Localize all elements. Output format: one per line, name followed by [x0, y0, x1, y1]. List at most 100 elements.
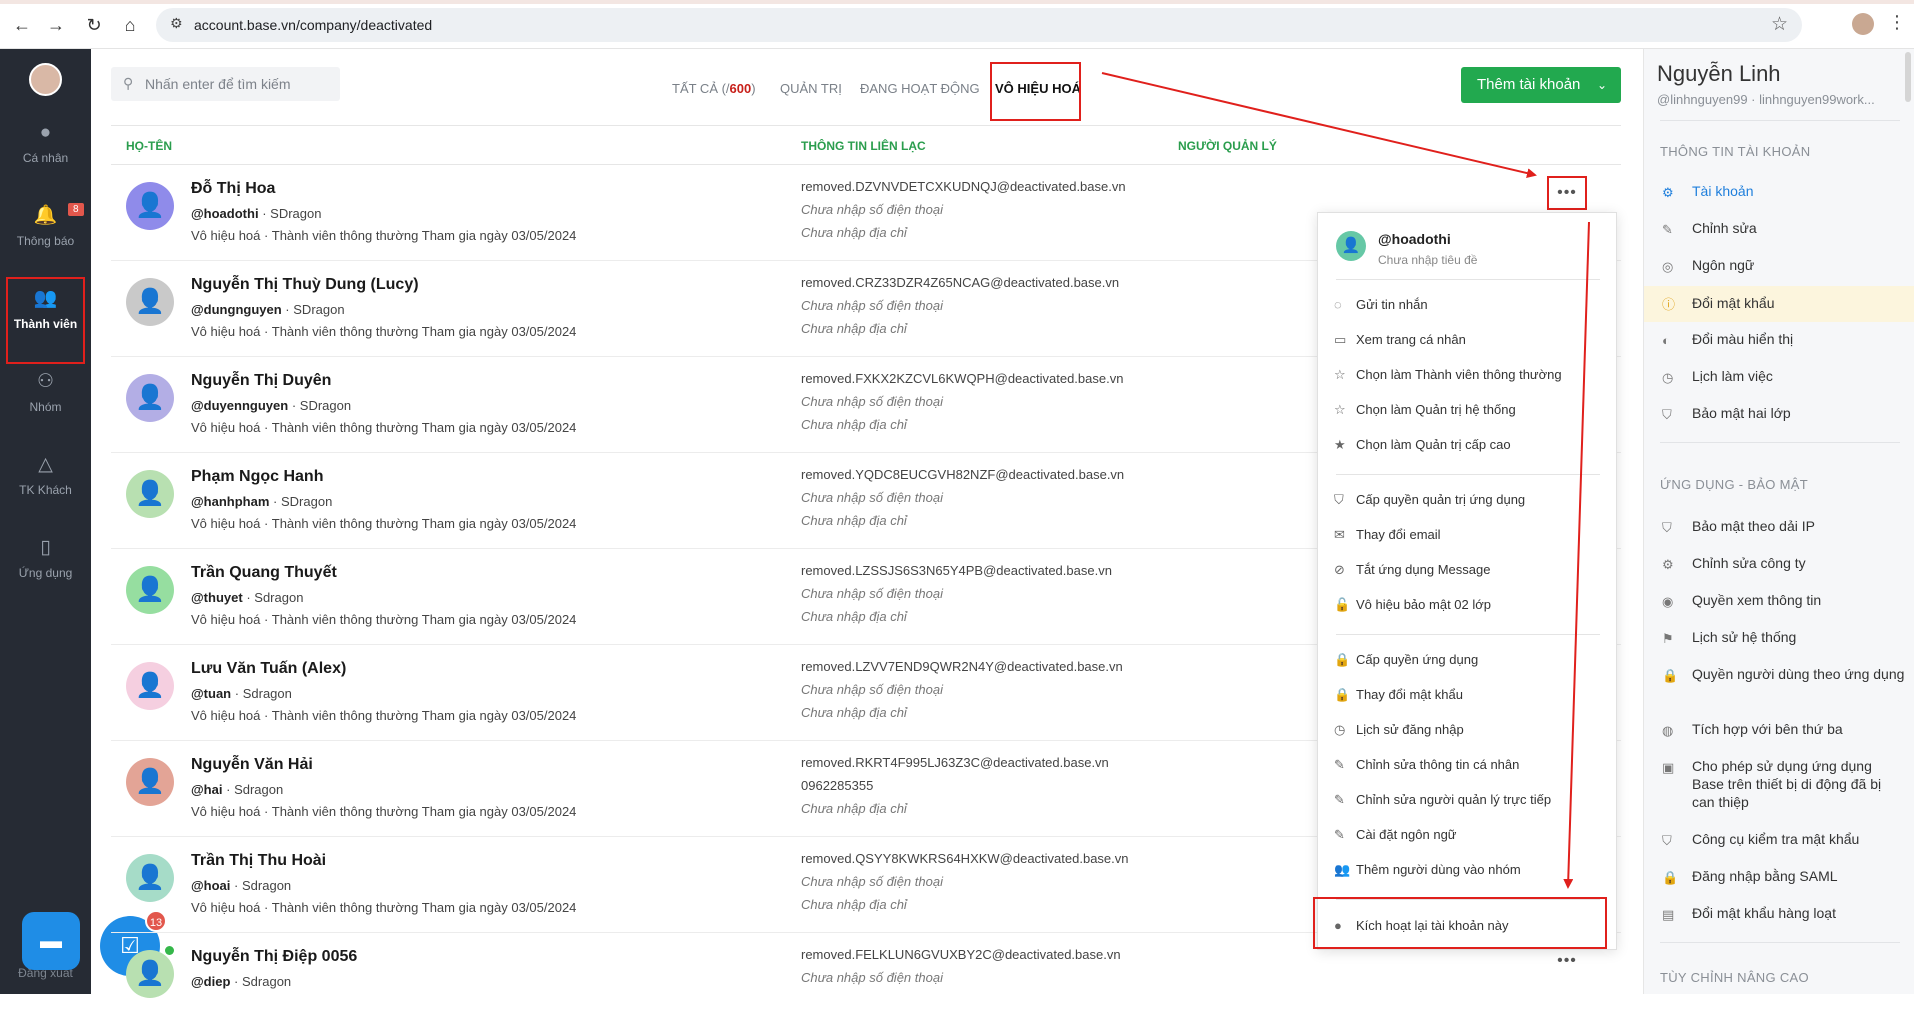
panel-item-system-history[interactable]: ⚑ Lịch sử hệ thống — [1644, 628, 1914, 646]
row-more-button[interactable]: ••• — [1551, 952, 1583, 972]
avatar[interactable]: 👤 — [126, 758, 174, 806]
menu-item-login-history[interactable]: ◷ Lịch sử đăng nhập — [1334, 722, 1464, 746]
panel-item-change-password[interactable]: ⓘ Đổi mật khẩu — [1644, 286, 1914, 322]
panel-item-ip-security[interactable]: ⛉ Bảo mật theo dải IP — [1644, 517, 1914, 535]
panel-item-third-party[interactable]: ◍ Tích hợp với bên thứ ba — [1644, 720, 1914, 738]
menu-item-change-password[interactable]: 🔒 Thay đổi mật khẩu — [1334, 687, 1463, 711]
menu-divider — [1336, 474, 1600, 475]
menu-item-view-profile[interactable]: ▭ Xem trang cá nhân — [1334, 332, 1466, 356]
search-icon: ⚲ — [123, 75, 134, 91]
avatar[interactable]: 👤 — [126, 950, 174, 998]
member-status-line: Vô hiệu hoá · Thành viên thông thường Th… — [191, 804, 576, 819]
menu-item-grant-app-access[interactable]: 🔒 Cấp quyền ứng dụng — [1334, 652, 1478, 676]
lock-icon: 🔒 — [1662, 668, 1679, 683]
member-name[interactable]: Trần Thị Thu Hoài — [191, 852, 326, 870]
panel-item-app-user-permissions[interactable]: 🔒 Quyền người dùng theo ứng dụng — [1644, 665, 1914, 683]
member-name[interactable]: Lưu Văn Tuấn (Alex) — [191, 660, 346, 678]
chat-bubble-icon: ◌ — [1334, 297, 1342, 312]
avatar[interactable]: 👤 — [126, 662, 174, 710]
menu-item-language-settings[interactable]: ✎ Cài đặt ngôn ngữ — [1334, 827, 1457, 851]
panel-item-view-permissions[interactable]: ◉ Quyền xem thông tin — [1644, 591, 1914, 609]
column-header-contact[interactable]: THÔNG TIN LIÊN LẠC — [801, 139, 926, 153]
browser-toolbar: ← → ↻ ⌂ ⚙ account.base.vn/company/deacti… — [0, 0, 1914, 49]
home-icon[interactable]: ⌂ — [118, 13, 142, 37]
sidebar-item-apps[interactable]: ▯ Ứng dụng — [0, 536, 91, 606]
site-settings-icon[interactable]: ⚙ — [170, 15, 183, 32]
member-role: Thành viên thông thường Tham gia ngày 03… — [271, 804, 577, 819]
separator-dot: · — [264, 516, 269, 531]
back-icon[interactable]: ← — [10, 13, 34, 37]
panel-item-account[interactable]: ⚙ Tài khoản — [1644, 182, 1914, 200]
avatar[interactable]: 👤 — [126, 566, 174, 614]
member-handle-line: @hoai · Sdragon — [191, 878, 291, 893]
member-name[interactable]: Nguyễn Thị Thuỳ Dung (Lucy) — [191, 276, 419, 294]
menu-item-send-message[interactable]: ◌ Gửi tin nhắn — [1334, 297, 1428, 321]
menu-item-disable-message[interactable]: ⊘ Tắt ứng dụng Message — [1334, 562, 1490, 586]
panel-item-language[interactable]: ◎ Ngôn ngữ — [1644, 256, 1914, 274]
menu-item-set-system-admin[interactable]: ☆ Chọn làm Quản trị hệ thống — [1334, 402, 1516, 426]
panel-divider — [1660, 942, 1900, 943]
member-name[interactable]: Trần Quang Thuyết — [191, 564, 337, 582]
sidebar-item-groups[interactable]: ⚇ Nhóm — [0, 370, 91, 440]
browser-menu-icon[interactable]: ⋮ — [1888, 12, 1906, 33]
member-name[interactable]: Nguyễn Thị Điệp 0056 — [191, 948, 357, 966]
panel-item-edit-company[interactable]: ⚙ Chỉnh sửa công ty — [1644, 554, 1914, 572]
menu-item-change-email[interactable]: ✉ Thay đổi email — [1334, 527, 1441, 551]
menu-item-set-senior-admin[interactable]: ★ Chọn làm Quản trị cấp cao — [1334, 437, 1511, 461]
panel-item-rooted-devices[interactable]: ▣ Cho phép sử dụng ứng dụng Base trên thi… — [1644, 757, 1884, 811]
panel-item-saml-login[interactable]: 🔒 Đăng nhập bằng SAML — [1644, 867, 1914, 885]
avatar[interactable]: 👤 — [126, 278, 174, 326]
sidebar-item-personal[interactable]: ● Cá nhân — [0, 121, 91, 191]
panel-item-work-schedule[interactable]: ◷ Lịch làm việc — [1644, 367, 1914, 385]
panel-item-display-color[interactable]: ◐ Đổi màu hiển thị — [1644, 330, 1914, 348]
menu-item-edit-direct-manager[interactable]: ✎ Chỉnh sửa người quản lý trực tiếp — [1334, 792, 1551, 816]
member-name[interactable]: Phạm Ngọc Hanh — [191, 468, 323, 486]
avatar[interactable]: 👤 — [126, 374, 174, 422]
panel-item-label: Tích hợp với bên thứ ba — [1692, 721, 1843, 737]
menu-item-grant-app-admin[interactable]: ⛉ Cấp quyền quản trị ứng dụng — [1334, 492, 1525, 516]
panel-item-password-checker[interactable]: ⛉ Công cụ kiểm tra mật khẩu — [1644, 830, 1914, 848]
member-status-line: Vô hiệu hoá · Thành viên thông thường Th… — [191, 612, 576, 627]
column-header-manager[interactable]: NGƯỜI QUẢN LÝ — [1178, 139, 1277, 153]
member-name[interactable]: Nguyễn Văn Hải — [191, 756, 313, 774]
panel-item-edit[interactable]: ✎ Chỉnh sửa — [1644, 219, 1914, 237]
search-box[interactable]: ⚲ — [111, 67, 340, 101]
url-text[interactable]: account.base.vn/company/deactivated — [194, 17, 432, 33]
address-bar[interactable]: ⚙ account.base.vn/company/deactivated ☆ — [156, 8, 1802, 42]
tab-active[interactable]: ĐANG HOẠT ĐỘNG — [860, 81, 980, 96]
menu-item-set-regular-member[interactable]: ☆ Chọn làm Thành viên thông thường — [1334, 367, 1562, 391]
separator-dot: · — [246, 590, 251, 605]
member-email: removed.FELKLUN6GVUXBY2C@deactivated.bas… — [801, 947, 1121, 962]
member-name[interactable]: Đỗ Thị Hoa — [191, 180, 275, 198]
separator-dot: · — [234, 686, 240, 701]
add-account-button[interactable]: Thêm tài khoản ⌄ — [1461, 67, 1621, 103]
menu-item-label: Gửi tin nhắn — [1356, 297, 1428, 312]
separator-dot: · — [273, 494, 278, 509]
tab-all[interactable]: TẤT CẢ (/600) — [672, 81, 756, 96]
member-name[interactable]: Nguyễn Thị Duyên — [191, 372, 331, 390]
panel-item-two-factor[interactable]: ⛉ Bảo mật hai lớp — [1644, 404, 1914, 422]
user-avatar[interactable] — [29, 63, 62, 96]
menu-item-disable-2fa[interactable]: 🔓 Vô hiệu bảo mật 02 lớp — [1334, 597, 1491, 621]
tab-admin[interactable]: QUẢN TRỊ — [780, 81, 842, 96]
avatar[interactable]: 👤 — [126, 182, 174, 230]
panel-item-bulk-password-change[interactable]: ▤ Đổi mật khẩu hàng loạt — [1644, 904, 1914, 922]
search-input[interactable] — [145, 67, 335, 101]
separator-dot: · — [264, 324, 269, 339]
profile-avatar[interactable] — [1852, 13, 1874, 35]
menu-item-add-to-group[interactable]: 👥 Thêm người dùng vào nhóm — [1334, 862, 1521, 886]
forward-icon[interactable]: → — [44, 13, 68, 37]
sidebar-item-guests[interactable]: △ TK Khách — [0, 453, 91, 523]
panel-item-label: Đổi mật khẩu — [1692, 295, 1775, 311]
column-header-name[interactable]: HỌ-TÊN — [126, 139, 172, 153]
bookmark-star-icon[interactable]: ☆ — [1771, 13, 1788, 36]
account-settings-panel: Nguyễn Linh @linhnguyen99 · linhnguyen99… — [1643, 49, 1914, 994]
avatar[interactable]: 👤 — [126, 470, 174, 518]
scrollbar[interactable] — [1905, 52, 1911, 102]
avatar[interactable]: 👤 — [126, 854, 174, 902]
menu-item-edit-personal-info[interactable]: ✎ Chỉnh sửa thông tin cá nhân — [1334, 757, 1519, 781]
chat-button[interactable]: ▬ — [22, 912, 80, 970]
reload-icon[interactable]: ↻ — [82, 13, 106, 37]
palette-icon: ◐ — [1662, 333, 1670, 348]
users-icon: 👥 — [1334, 862, 1351, 877]
